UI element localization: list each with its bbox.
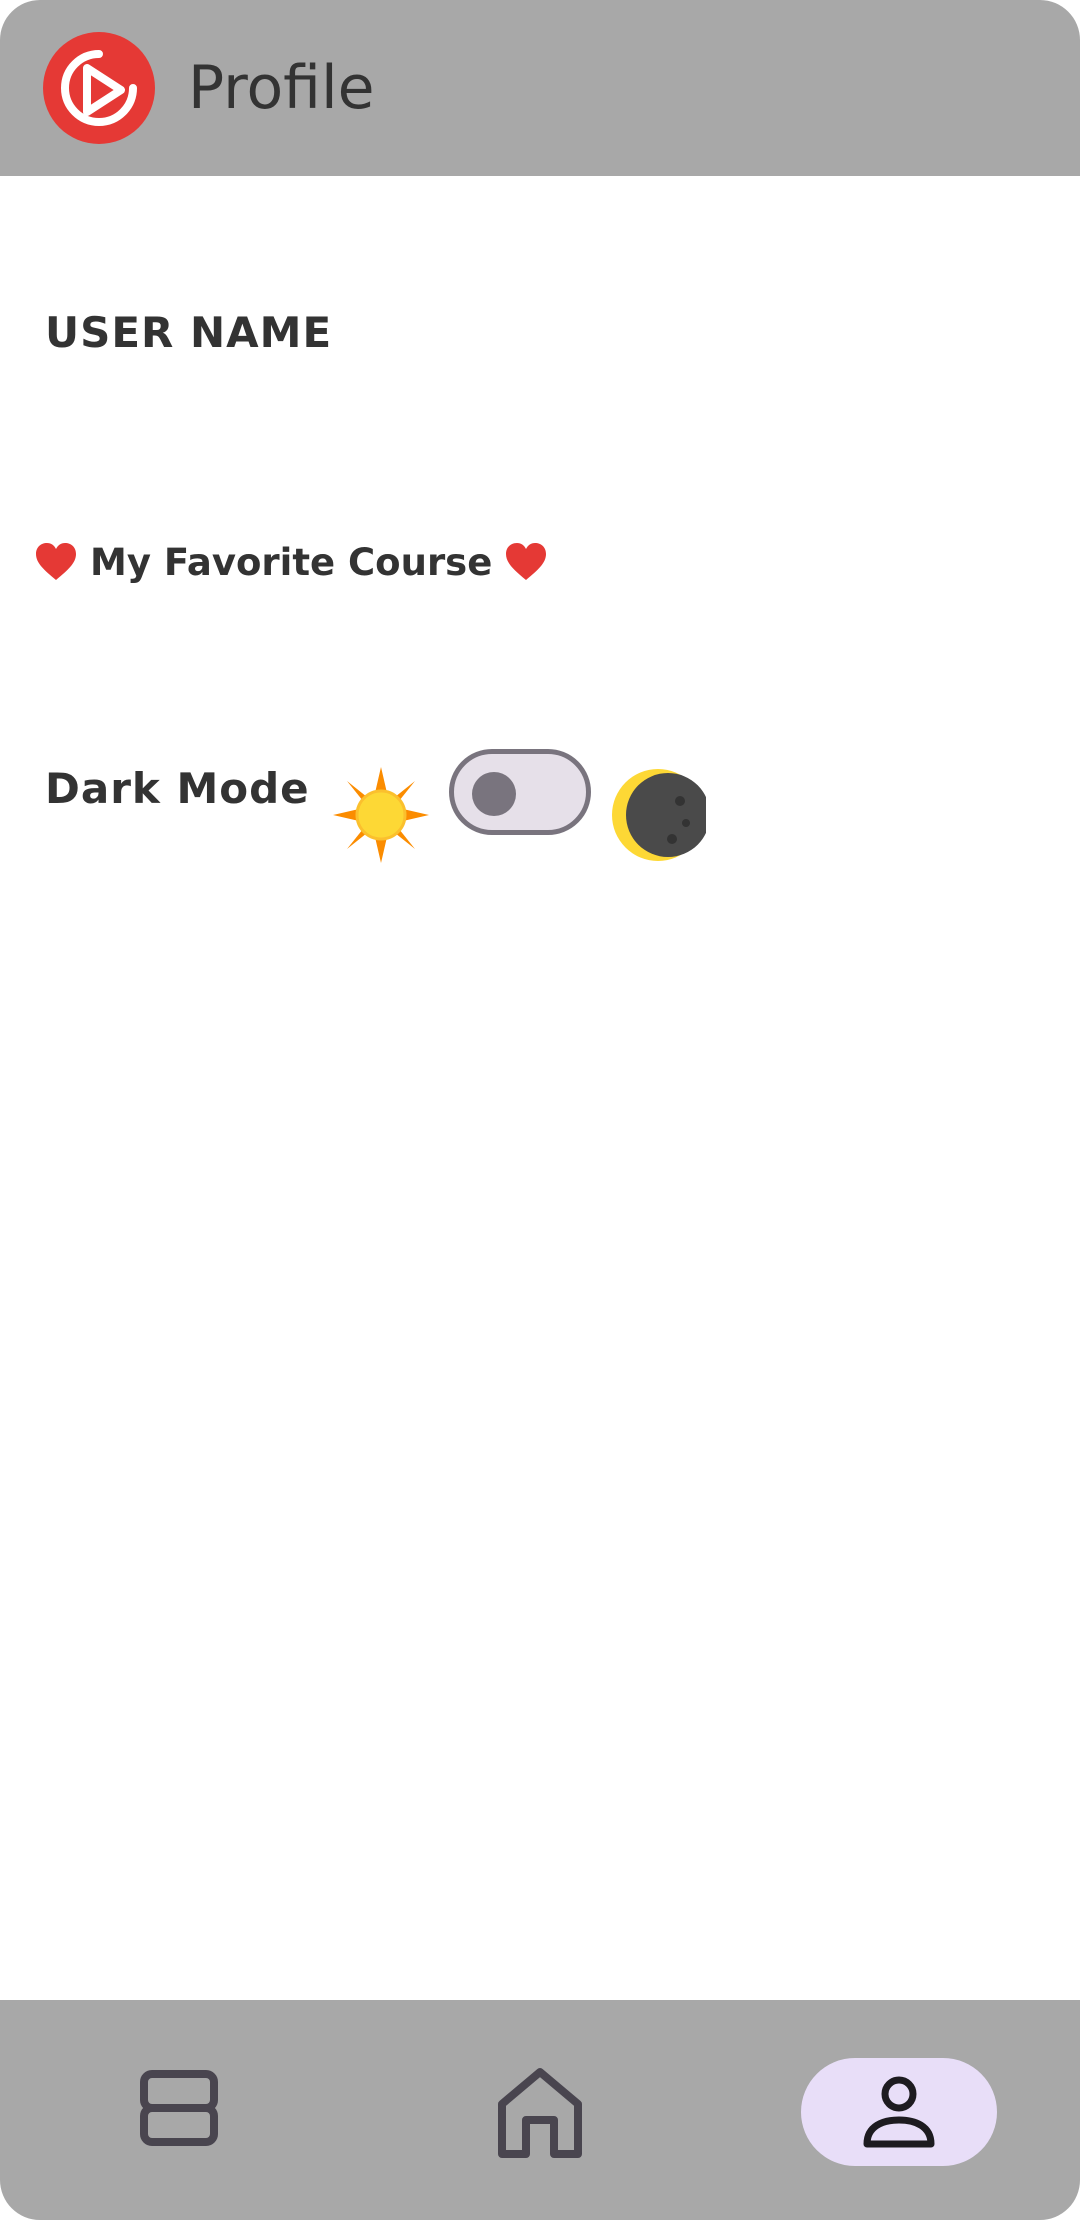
moon-icon <box>612 769 706 861</box>
heart-icon <box>506 543 547 580</box>
home-icon <box>498 2068 582 2158</box>
user-name-label: USER NAME <box>45 308 333 357</box>
profile-screen: Profile USER NAME My Favorite Course Dar… <box>0 0 1080 2220</box>
page-title: Profile <box>188 53 375 123</box>
heart-icon <box>36 543 76 580</box>
nav-courses[interactable] <box>82 2058 278 2166</box>
person-icon <box>863 2076 935 2148</box>
bottom-navigation <box>0 2000 1080 2220</box>
nav-home[interactable] <box>442 2058 638 2166</box>
top-app-bar: Profile <box>0 0 1080 176</box>
dark-mode-switch[interactable] <box>449 749 591 835</box>
switch-thumb <box>472 772 516 816</box>
dark-mode-label: Dark Mode <box>45 764 310 813</box>
nav-profile[interactable] <box>801 2058 997 2166</box>
sun-icon <box>333 767 429 863</box>
courses-icon <box>140 2070 218 2146</box>
play-logo-icon <box>43 32 155 144</box>
favorite-course-label: My Favorite Course <box>90 540 493 584</box>
favorite-course-row[interactable]: My Favorite Course <box>34 536 548 588</box>
